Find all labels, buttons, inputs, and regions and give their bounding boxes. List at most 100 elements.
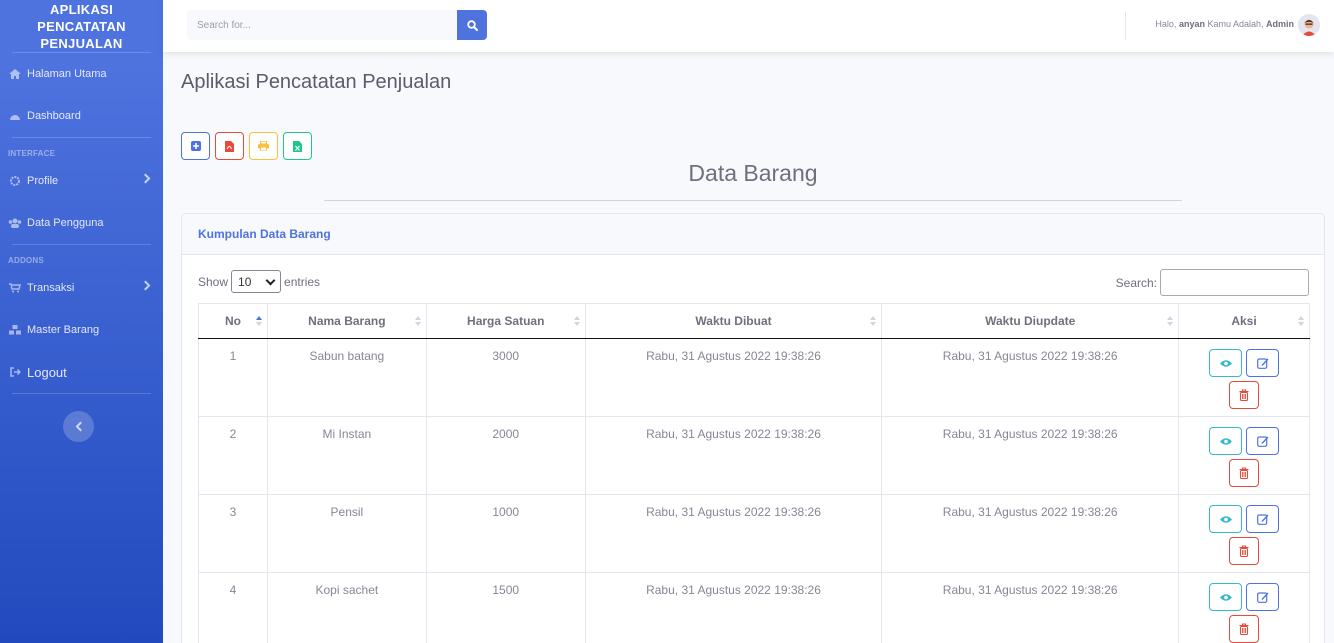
table-search-input[interactable] — [1160, 269, 1309, 296]
entries-select[interactable]: 10 — [231, 270, 282, 293]
user-name: anyan — [1178, 19, 1205, 29]
eye-icon — [1219, 359, 1232, 368]
sidebar: APLIKASI PENCATATAN PENJUALAN Halaman Ut… — [0, 0, 163, 643]
sidebar-item-halaman-utama[interactable]: Halaman Utama — [0, 53, 163, 95]
sidebar-item-label: Transaksi — [27, 282, 75, 294]
cell-nama-barang: Kopi sachet — [266, 572, 427, 643]
column-header-label: Aksi — [1231, 314, 1257, 328]
sidebar-item-label: Logout — [27, 364, 67, 380]
edit-button[interactable] — [1246, 427, 1280, 455]
topbar-divider — [1125, 12, 1126, 40]
sort-icon — [1298, 316, 1304, 326]
column-header-label: Harga Satuan — [467, 314, 545, 328]
sidebar-item-profile[interactable]: Profile — [0, 160, 163, 202]
delete-button[interactable] — [1229, 381, 1260, 409]
sidebar-item-master-barang[interactable]: Master Barang — [0, 309, 163, 351]
page-title: Aplikasi Pencatatan Penjualan — [181, 71, 452, 93]
file-excel-icon — [293, 140, 302, 152]
sidebar-toggle-button[interactable] — [63, 411, 94, 442]
add-button[interactable] — [181, 132, 210, 160]
avatar[interactable] — [1298, 14, 1320, 36]
row-actions-top — [1209, 427, 1280, 455]
edit-icon — [1256, 513, 1269, 525]
edit-icon — [1256, 591, 1269, 603]
search-button[interactable] — [457, 10, 487, 40]
column-header-aksi[interactable]: Aksi — [1178, 303, 1310, 339]
cell-harga-satuan: 2000 — [425, 416, 586, 495]
cell-nama-barang: Sabun batang — [266, 338, 427, 417]
sort-icon — [573, 316, 580, 326]
trash-icon — [1239, 467, 1249, 479]
view-button[interactable] — [1209, 349, 1243, 377]
column-header-waktu-dibuat[interactable]: Waktu Dibuat — [584, 303, 883, 339]
sidebar-heading-addons: ADDONS — [8, 256, 44, 265]
edit-button[interactable] — [1246, 583, 1280, 611]
column-header-no[interactable]: No — [198, 303, 268, 339]
sidebar-item-transaksi[interactable]: Transaksi — [0, 267, 163, 309]
cell-waktu-dibuat: Rabu, 31 Agustus 2022 19:38:26 — [584, 338, 883, 417]
eye-icon — [1219, 593, 1232, 602]
sidebar-item-dashboard[interactable]: Dashboard — [0, 95, 163, 137]
sidebar-item-label: Dashboard — [27, 110, 81, 122]
search-input[interactable] — [187, 10, 457, 40]
cell-waktu-diupdate: Rabu, 31 Agustus 2022 19:38:26 — [881, 338, 1180, 417]
row-actions-top — [1209, 505, 1280, 533]
delete-button[interactable] — [1229, 459, 1260, 487]
cell-waktu-dibuat: Rabu, 31 Agustus 2022 19:38:26 — [584, 416, 883, 495]
column-header-label: No — [224, 314, 241, 328]
edit-icon — [1256, 435, 1269, 447]
cart-icon — [8, 282, 22, 294]
edit-button[interactable] — [1246, 505, 1280, 533]
file-pdf-icon — [225, 140, 234, 152]
data-table: No Nama Barang Harga Satuan Waktu Dibuat… — [198, 303, 1310, 643]
chevron-right-icon — [140, 173, 151, 184]
brand[interactable]: APLIKASI PENCATATAN PENJUALAN — [0, 0, 163, 52]
export-pdf-button[interactable] — [215, 132, 244, 160]
sidebar-item-label: Profile — [27, 175, 59, 187]
delete-button[interactable] — [1229, 615, 1260, 643]
cell-waktu-dibuat: Rabu, 31 Agustus 2022 19:38:26 — [584, 572, 883, 643]
topbar-search — [187, 10, 487, 40]
view-button[interactable] — [1209, 505, 1243, 533]
cell-aksi — [1178, 338, 1310, 417]
view-button[interactable] — [1209, 427, 1243, 455]
edit-button[interactable] — [1246, 349, 1280, 377]
entries-label: entries — [284, 274, 321, 289]
trash-icon — [1239, 389, 1249, 401]
table-search: Search: — [1116, 269, 1309, 296]
column-header-nama-barang[interactable]: Nama Barang — [266, 303, 427, 339]
eye-icon — [1219, 437, 1232, 446]
sort-icon — [1167, 316, 1174, 326]
search-label: Search: — [1115, 275, 1157, 290]
user-greeting[interactable]: Halo, anyan Kamu Adalah, Admin — [1155, 19, 1294, 29]
sidebar-item-logout[interactable]: Logout — [0, 351, 163, 393]
brand-text: APLIKASI PENCATATAN PENJUALAN — [37, 1, 126, 51]
table-row: 2 Mi Instan 2000 Rabu, 31 Agustus 2022 19:3… — [198, 416, 1310, 495]
column-header-waktu-diupdate[interactable]: Waktu Diupdate — [881, 303, 1180, 339]
sidebar-item-data-pengguna[interactable]: Data Pengguna — [0, 202, 163, 244]
cubes-icon — [8, 324, 22, 336]
edit-icon — [1256, 357, 1269, 369]
cell-nama-barang: Mi Instan — [266, 416, 427, 495]
delete-button[interactable] — [1229, 537, 1260, 565]
trash-icon — [1239, 545, 1249, 557]
view-button[interactable] — [1209, 583, 1243, 611]
table-row: 3 Pensil 1000 Rabu, 31 Agustus 2022 19:38:2… — [198, 494, 1310, 573]
cell-harga-satuan: 1500 — [425, 572, 586, 643]
chevron-right-icon — [140, 280, 151, 291]
row-actions — [1179, 505, 1309, 565]
export-excel-button[interactable] — [283, 132, 312, 160]
greeting-prefix: Halo, — [1155, 19, 1179, 29]
cell-harga-satuan: 3000 — [425, 338, 586, 417]
sidebar-item-label: Data Pengguna — [27, 217, 104, 229]
print-button[interactable] — [249, 132, 278, 160]
column-header-harga-satuan[interactable]: Harga Satuan — [425, 303, 586, 339]
gear-icon — [8, 175, 22, 187]
cell-waktu-diupdate: Rabu, 31 Agustus 2022 19:38:26 — [881, 494, 1180, 573]
entries-value: 10 — [238, 274, 252, 289]
data-card: Kumpulan Data Barang Show 10 entries Sea… — [181, 213, 1325, 643]
table-row: 1 Sabun batang 3000 Rabu, 31 Agustus 2022 1… — [198, 338, 1310, 417]
column-header-label: Waktu Dibuat — [695, 314, 772, 328]
plus-square-icon — [190, 141, 201, 151]
section-title: Data Barang — [688, 160, 818, 186]
